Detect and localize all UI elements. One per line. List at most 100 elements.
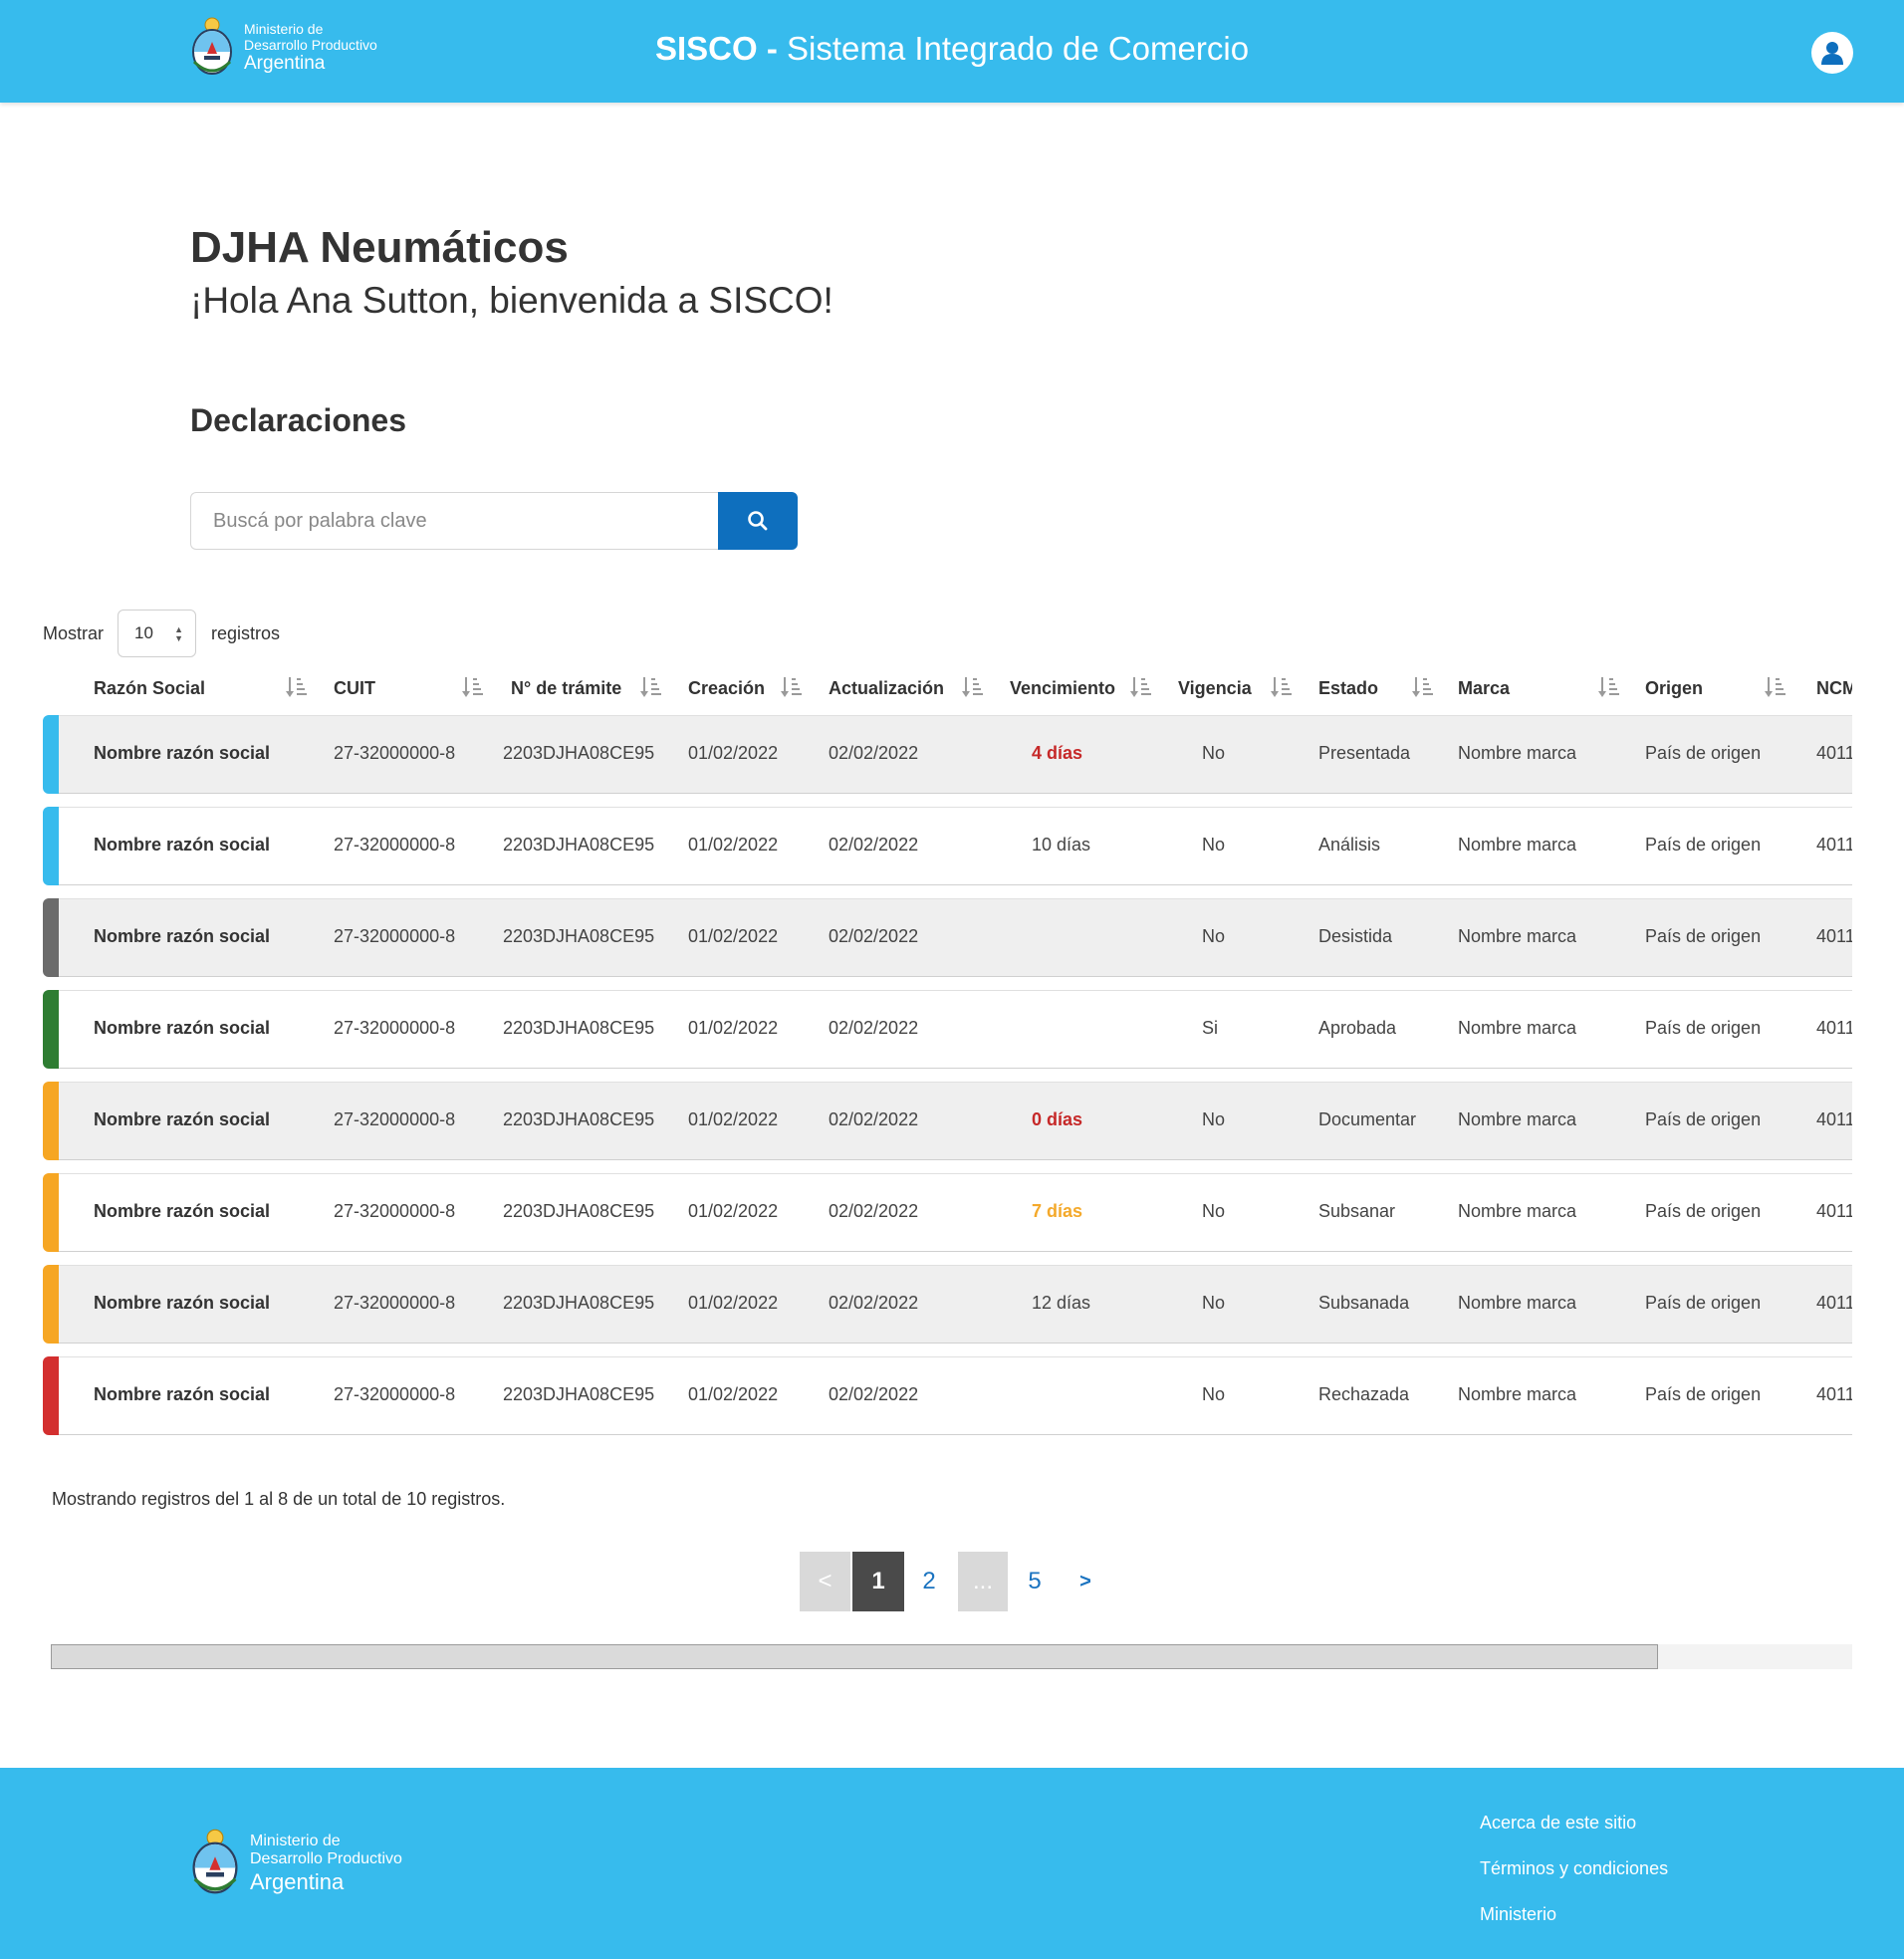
vencimiento-cell: 0 días: [1032, 1109, 1083, 1129]
column-header-estado[interactable]: Estado: [1318, 678, 1378, 699]
table-row[interactable]: Nombre razón social 27-32000000-8 2203DJHA…: [43, 1265, 1852, 1344]
table-row[interactable]: Nombre razón social 27-32000000-8 2203DJHA…: [43, 1082, 1852, 1160]
row-body: [59, 1356, 1852, 1435]
footer-link-acerca[interactable]: Acerca de este sitio: [1480, 1813, 1668, 1858]
pagination-page-link[interactable]: 5: [1015, 1552, 1055, 1611]
sort-icon[interactable]: [640, 675, 662, 699]
sort-icon[interactable]: [1598, 675, 1620, 699]
column-header-razon-social[interactable]: Razón Social: [94, 678, 205, 699]
sort-icon[interactable]: [462, 675, 484, 699]
pagination-page-link[interactable]: 2: [909, 1552, 949, 1611]
footer-links: Acerca de este sitio Términos y condicio…: [1480, 1813, 1668, 1950]
show-suffix-label: registros: [211, 622, 281, 643]
column-header-cuit[interactable]: CUIT: [334, 678, 375, 699]
sort-icon[interactable]: [1765, 675, 1786, 699]
marca-cell: Nombre marca: [1458, 743, 1577, 763]
tramite-cell: 2203DJHA08CE95: [503, 1018, 655, 1038]
creacion-cell: 01/02/2022: [688, 1293, 779, 1313]
table-row[interactable]: Nombre razón social 27-32000000-8 2203DJHA…: [43, 990, 1852, 1069]
pagination-prev-button[interactable]: <: [800, 1552, 850, 1611]
table-row[interactable]: Nombre razón social 27-32000000-8 2203DJHA…: [43, 715, 1852, 794]
ncm-cell: 4011: [1816, 835, 1852, 855]
tramite-cell: 2203DJHA08CE95: [503, 835, 655, 855]
ncm-cell: 4011: [1816, 926, 1852, 946]
page-length-select[interactable]: 10 ▲ ▼: [118, 610, 197, 657]
status-color-bar: [43, 807, 59, 885]
vigencia-cell: No: [1202, 1384, 1226, 1404]
estado-cell: Subsanar: [1318, 1201, 1396, 1221]
column-header-vencimiento[interactable]: Vencimiento: [1010, 678, 1115, 699]
column-header-ncm[interactable]: NCM: [1816, 678, 1852, 699]
sort-icon[interactable]: [1271, 675, 1293, 699]
origen-cell: País de origen: [1645, 743, 1762, 763]
footer: Ministerio de Desarrollo Productivo Arge…: [0, 1768, 1904, 1959]
marca-cell: Nombre marca: [1458, 1384, 1577, 1404]
table-row[interactable]: Nombre razón social 27-32000000-8 2203DJHA…: [43, 898, 1852, 977]
column-header-origen[interactable]: Origen: [1645, 678, 1703, 699]
footer-logo-line-2: Desarrollo Productivo: [250, 1850, 402, 1868]
pagination-next-button[interactable]: >: [1066, 1552, 1105, 1611]
vigencia-cell: No: [1202, 835, 1226, 855]
footer-link-ministerio[interactable]: Ministerio: [1480, 1904, 1668, 1950]
status-color-bar: [43, 1173, 59, 1252]
table-header: Razón Social CUIT N° de trámite Creación…: [43, 657, 1852, 717]
search-bar: [190, 492, 798, 550]
row-body: [59, 715, 1852, 794]
marca-cell: Nombre marca: [1458, 1201, 1577, 1221]
tramite-cell: 2203DJHA08CE95: [503, 926, 655, 946]
column-header-creacion[interactable]: Creación: [688, 678, 765, 699]
status-color-bar: [43, 715, 59, 794]
search-button[interactable]: [718, 492, 798, 550]
vigencia-cell: No: [1202, 743, 1226, 763]
estado-cell: Análisis: [1318, 835, 1381, 855]
sort-icon[interactable]: [286, 675, 308, 699]
creacion-cell: 01/02/2022: [688, 1109, 779, 1129]
select-arrows-icon: ▲ ▼: [174, 624, 184, 643]
app-title-separator: -: [757, 30, 787, 67]
tramite-cell: 2203DJHA08CE95: [503, 1293, 655, 1313]
sort-icon[interactable]: [781, 675, 803, 699]
search-icon: [748, 511, 768, 531]
table-row[interactable]: Nombre razón social 27-32000000-8 2203DJHA…: [43, 1173, 1852, 1252]
estado-cell: Aprobada: [1318, 1018, 1397, 1038]
table-row[interactable]: Nombre razón social 27-32000000-8 2203DJHA…: [43, 807, 1852, 885]
declarations-table: Razón Social CUIT N° de trámite Creación…: [43, 657, 1852, 1444]
search-input[interactable]: [190, 492, 718, 550]
app-title: SISCO - Sistema Integrado de Comercio: [0, 30, 1904, 68]
razon-social-cell: Nombre razón social: [94, 1109, 271, 1129]
actualizacion-cell: 02/02/2022: [829, 926, 919, 946]
table-row[interactable]: Nombre razón social 27-32000000-8 2203DJHA…: [43, 1356, 1852, 1435]
pagination-ellipsis: ...: [958, 1552, 1008, 1611]
horizontal-scrollbar[interactable]: [51, 1644, 1852, 1669]
actualizacion-cell: 02/02/2022: [829, 835, 919, 855]
sort-icon[interactable]: [962, 675, 984, 699]
vigencia-cell: No: [1202, 926, 1226, 946]
row-body: [59, 1082, 1852, 1160]
column-header-actualizacion[interactable]: Actualización: [829, 678, 944, 699]
creacion-cell: 01/02/2022: [688, 835, 779, 855]
column-header-vigencia[interactable]: Vigencia: [1178, 678, 1252, 699]
column-header-tramite[interactable]: N° de trámite: [511, 678, 621, 699]
footer-logo-line-3: Argentina: [250, 1868, 345, 1894]
row-body: [59, 898, 1852, 977]
actualizacion-cell: 02/02/2022: [829, 1384, 919, 1404]
cuit-cell: 27-32000000-8: [334, 1293, 456, 1313]
user-menu-button[interactable]: [1811, 32, 1853, 74]
row-body: [59, 1173, 1852, 1252]
scrollbar-thumb[interactable]: [51, 1644, 1658, 1669]
actualizacion-cell: 02/02/2022: [829, 1201, 919, 1221]
razon-social-cell: Nombre razón social: [94, 1201, 271, 1221]
cuit-cell: 27-32000000-8: [334, 835, 456, 855]
pagination-page-current[interactable]: 1: [852, 1552, 904, 1611]
footer-link-terminos[interactable]: Términos y condiciones: [1480, 1858, 1668, 1904]
sort-icon[interactable]: [1130, 675, 1152, 699]
records-info: Mostrando registros del 1 al 8 de un tot…: [52, 1489, 506, 1509]
origen-cell: País de origen: [1645, 1109, 1762, 1129]
footer-ministry-logo[interactable]: Ministerio de Desarrollo Productivo Arge…: [190, 1828, 402, 1899]
user-icon: [1821, 42, 1843, 65]
sort-icon[interactable]: [1412, 675, 1434, 699]
column-header-marca[interactable]: Marca: [1458, 678, 1510, 699]
app-title-rest: Sistema Integrado de Comercio: [786, 30, 1250, 67]
cuit-cell: 27-32000000-8: [334, 1201, 456, 1221]
vencimiento-cell: 4 días: [1032, 743, 1083, 763]
